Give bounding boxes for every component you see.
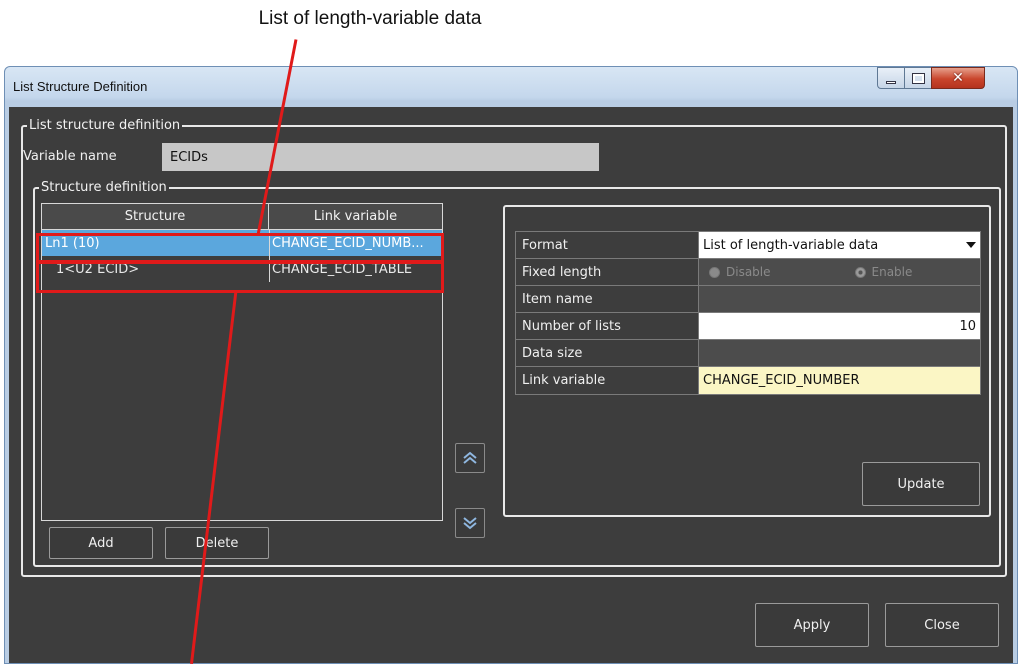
window-title: List Structure Definition	[13, 79, 148, 94]
radio-dot-icon	[709, 266, 720, 278]
number-of-lists-field[interactable]: 10	[699, 313, 980, 339]
update-button[interactable]: Update	[862, 462, 980, 506]
property-row-data-size: Data size	[516, 340, 980, 367]
data-size-field[interactable]	[699, 340, 980, 366]
variable-name-field[interactable]: ECIDs	[162, 143, 599, 171]
maximize-button[interactable]	[904, 67, 932, 89]
delete-button[interactable]: Delete	[165, 527, 269, 559]
column-header-link-variable[interactable]: Link variable	[269, 204, 442, 229]
structure-definition-legend: Structure definition	[39, 180, 169, 196]
format-value: List of length-variable data	[703, 237, 879, 253]
property-row-link-variable: Link variable CHANGE_ECID_NUMBER	[516, 367, 980, 394]
window-close-button[interactable]: ✕	[931, 67, 985, 89]
chevrons-down-icon	[463, 517, 477, 530]
number-of-lists-label: Number of lists	[516, 313, 699, 339]
property-row-item-name: Item name	[516, 286, 980, 313]
column-header-structure[interactable]: Structure	[42, 204, 269, 229]
highlight-box-item-row	[36, 261, 444, 293]
format-label: Format	[516, 232, 699, 258]
minimize-button[interactable]	[877, 67, 905, 89]
property-row-fixed-length: Fixed length Disable Enable	[516, 259, 980, 286]
property-row-number-of-lists: Number of lists 10	[516, 313, 980, 340]
item-name-label: Item name	[516, 286, 699, 312]
variable-name-label: Variable name	[23, 149, 117, 164]
dialog-client: List structure definition Variable name …	[9, 107, 1013, 663]
property-row-format: Format List of length-variable data	[516, 232, 980, 259]
chevron-down-icon	[966, 242, 976, 248]
maximize-icon	[911, 72, 925, 84]
enable-radio-label: Enable	[871, 265, 913, 279]
disable-radio[interactable]: Disable	[709, 265, 771, 279]
data-size-label: Data size	[516, 340, 699, 366]
dialog-window: List Structure Definition ✕ List structu…	[4, 66, 1018, 664]
apply-button[interactable]: Apply	[755, 603, 869, 647]
close-icon: ✕	[952, 70, 964, 86]
item-name-field[interactable]	[699, 286, 980, 312]
format-select[interactable]: List of length-variable data	[699, 232, 980, 258]
callout-label-top: List of length-variable data	[258, 8, 482, 29]
link-variable-field[interactable]: CHANGE_ECID_NUMBER	[699, 367, 980, 394]
link-variable-label: Link variable	[516, 367, 699, 394]
properties-grid: Format List of length-variable data Fixe…	[515, 231, 981, 395]
chevrons-up-icon	[463, 451, 477, 464]
move-down-button[interactable]	[455, 508, 485, 538]
enable-radio[interactable]: Enable	[854, 265, 913, 279]
highlight-box-list-row	[36, 233, 444, 263]
move-up-button[interactable]	[455, 443, 485, 473]
radio-dot-selected-icon	[854, 266, 866, 278]
add-button[interactable]: Add	[49, 527, 153, 559]
title-bar: List Structure Definition ✕	[5, 67, 1017, 107]
disable-radio-label: Disable	[726, 265, 771, 279]
minimize-icon	[886, 80, 896, 84]
fixed-length-label: Fixed length	[516, 259, 699, 285]
list-structure-legend: List structure definition	[27, 118, 183, 134]
list-header: Structure Link variable	[42, 204, 442, 230]
close-button[interactable]: Close	[885, 603, 999, 647]
fixed-length-options: Disable Enable	[699, 259, 980, 285]
